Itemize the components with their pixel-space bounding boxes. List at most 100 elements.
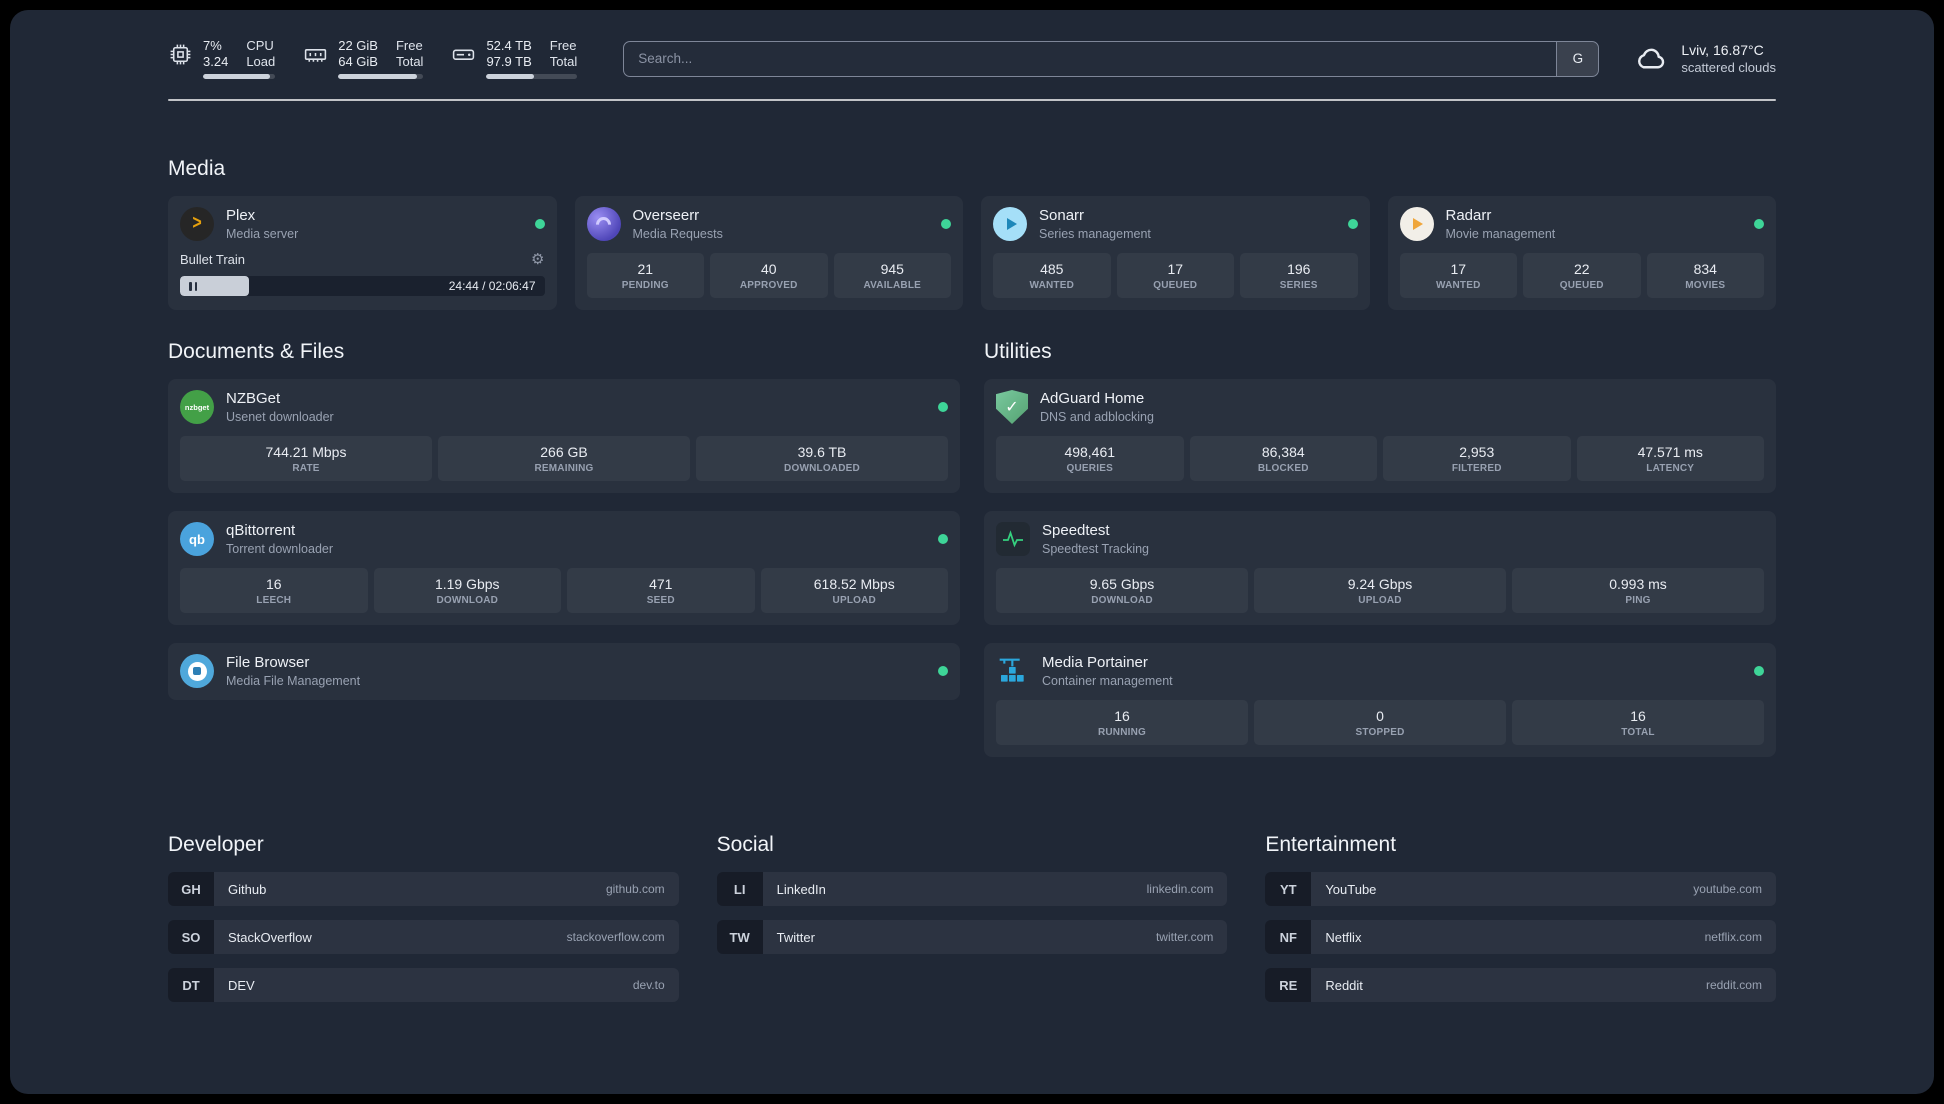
qbittorrent-card[interactable]: qb qBittorrent Torrent downloader 16 LEE… <box>168 511 960 625</box>
disk-total-value: 97.9 TB <box>486 54 532 69</box>
stat-value: 16 <box>265 576 282 592</box>
pause-bar-left <box>189 281 192 291</box>
cpu-icon <box>170 44 191 65</box>
memory-widget-body: 22 GiB Free 64 GiB Total <box>338 38 424 79</box>
stat-label: AVAILABLE <box>863 280 922 291</box>
memory-label-2: Total <box>395 54 424 69</box>
stat-label: LEECH <box>256 595 292 606</box>
stat-label: LATENCY <box>1646 463 1695 474</box>
bookmark-twitter[interactable]: TW Twitter twitter.com <box>716 920 1228 954</box>
stat-pending: 21 PENDING <box>586 253 704 298</box>
bookmark-youtube[interactable]: YT YouTube youtube.com <box>1265 872 1776 906</box>
stat-label: FILTERED <box>1451 463 1502 474</box>
sonarr-play-glyph <box>1006 218 1017 230</box>
bookmark-name: Twitter <box>776 929 815 945</box>
bookmark-reddit[interactable]: RE Reddit reddit.com <box>1265 968 1776 1002</box>
adguard-titles: AdGuard Home DNS and adblocking <box>1040 390 1154 423</box>
disk-widget-body: 52.4 TB Free 97.9 TB Total <box>486 38 578 79</box>
overseerr-card[interactable]: Overseerr Media Requests 21 PENDING 40 A… <box>574 196 963 310</box>
filebrowser-card[interactable]: File Browser Media File Management <box>168 643 960 700</box>
now-playing-row: Bullet Train ⚙ <box>180 252 545 267</box>
cpu-widget-body: 7% CPU 3.24 Load <box>203 38 276 79</box>
speedtest-subtitle: Speedtest Tracking <box>1042 541 1150 556</box>
playback-time: 24:44 / 02:06:47 <box>448 279 536 293</box>
portainer-card[interactable]: Media Portainer Container management 16 … <box>984 643 1776 757</box>
bookmark-name: Netflix <box>1325 929 1362 945</box>
bookmark-domain: youtube.com <box>1693 882 1762 896</box>
disk-label-2: Total <box>549 54 578 69</box>
plex-card[interactable]: > Plex Media server Bullet Train ⚙ 24:44… <box>168 196 557 310</box>
qbittorrent-card-header: qb qBittorrent Torrent downloader <box>180 522 948 556</box>
bookmark-stackoverflow[interactable]: SO StackOverflow stackoverflow.com <box>168 920 679 954</box>
radarr-title: Radarr <box>1445 207 1492 225</box>
memory-total-value: 64 GiB <box>338 54 378 69</box>
bookmark-abbr: YT <box>1265 872 1312 906</box>
nzbget-card-header: nzbget NZBGet Usenet downloader <box>180 390 948 424</box>
stat-label: PING <box>1625 595 1651 606</box>
stat-label: QUEUED <box>1559 280 1604 291</box>
stat-label: UPLOAD <box>1358 595 1402 606</box>
stat-leech: 16 LEECH <box>180 568 368 613</box>
qbittorrent-stats: 16 LEECH 1.19 Gbps DOWNLOAD 471 SEED 618… <box>180 568 948 613</box>
bookmark-linkedin[interactable]: LI LinkedIn linkedin.com <box>716 872 1228 906</box>
stat-value: 0.993 ms <box>1609 576 1667 592</box>
search-provider-button[interactable]: G <box>1556 41 1599 76</box>
filebrowser-core <box>193 667 201 675</box>
qbittorrent-icon-text: qb <box>189 531 205 547</box>
bookmark-bar: Netflix netflix.com <box>1311 920 1776 954</box>
sonarr-card[interactable]: Sonarr Series management 485 WANTED 17 Q… <box>981 196 1370 310</box>
speedtest-waveform-glyph <box>1003 530 1023 548</box>
portainer-icon <box>996 654 1030 688</box>
bookmark-domain: twitter.com <box>1155 930 1214 944</box>
disk-label-1: Free <box>549 38 577 53</box>
stat-label: TOTAL <box>1621 727 1655 738</box>
search-input[interactable] <box>624 41 1557 76</box>
media-progress-bar[interactable]: 24:44 / 02:06:47 <box>180 276 545 296</box>
stat-value: 21 <box>637 261 654 277</box>
bookmark-github[interactable]: GH Github github.com <box>168 872 679 906</box>
stat-blocked: 86,384 BLOCKED <box>1189 436 1377 481</box>
stat-label: RUNNING <box>1097 727 1147 738</box>
bookmark-bar: StackOverflow stackoverflow.com <box>214 920 679 954</box>
media-grid: > Plex Media server Bullet Train ⚙ 24:44… <box>168 196 1776 310</box>
pause-icon[interactable] <box>189 281 197 291</box>
section-heading-social: Social <box>716 833 774 856</box>
adguard-card[interactable]: ✓ AdGuard Home DNS and adblocking 498,46… <box>984 379 1776 493</box>
stat-label: DOWNLOADED <box>784 463 860 474</box>
bookmark-dev[interactable]: DT DEV dev.to <box>168 968 679 1002</box>
media-progress-fill <box>180 276 250 296</box>
disk-widget: 52.4 TB Free 97.9 TB Total <box>451 38 578 79</box>
bookmark-abbr: LI <box>716 872 763 906</box>
radarr-card[interactable]: Radarr Movie management 17 WANTED 22 QUE… <box>1387 196 1776 310</box>
filebrowser-icon <box>180 654 214 688</box>
stat-label: DOWNLOAD <box>436 595 499 606</box>
speedtest-card[interactable]: Speedtest Speedtest Tracking 9.65 Gbps D… <box>984 511 1776 625</box>
cloud-icon <box>1638 48 1665 68</box>
stat-value: 498,461 <box>1064 444 1116 460</box>
disk-widget-grid: 52.4 TB Free 97.9 TB Total <box>486 38 577 69</box>
adguard-title: AdGuard Home <box>1040 390 1145 408</box>
stat-value: 22 <box>1573 261 1590 277</box>
bookmark-abbr: TW <box>716 920 763 954</box>
speedtest-icon <box>996 522 1030 556</box>
portainer-status-dot <box>1754 666 1764 676</box>
qbittorrent-icon: qb <box>180 522 214 556</box>
stat-download: 1.19 Gbps DOWNLOAD <box>373 568 561 613</box>
stat-filtered: 2,953 FILTERED <box>1383 436 1571 481</box>
settings-gear-icon[interactable]: ⚙ <box>531 252 544 267</box>
stat-value: 16 <box>1114 708 1130 724</box>
stat-approved: 40 APPROVED <box>710 253 828 298</box>
memory-icon <box>305 49 327 62</box>
stat-label: SEED <box>646 595 675 606</box>
plex-subtitle: Media server <box>226 226 299 241</box>
bookmark-netflix[interactable]: NF Netflix netflix.com <box>1265 920 1776 954</box>
bookmark-abbr: RE <box>1265 968 1312 1002</box>
nzbget-card[interactable]: nzbget NZBGet Usenet downloader 744.21 M… <box>168 379 960 493</box>
stat-value: 2,953 <box>1459 444 1495 460</box>
stat-label: UPLOAD <box>832 595 876 606</box>
sonarr-status-dot <box>1347 219 1358 229</box>
now-playing-title: Bullet Train <box>180 252 246 267</box>
stat-wanted: 485 WANTED <box>993 253 1111 298</box>
filebrowser-disc <box>187 661 207 681</box>
plex-status-dot <box>534 219 545 229</box>
